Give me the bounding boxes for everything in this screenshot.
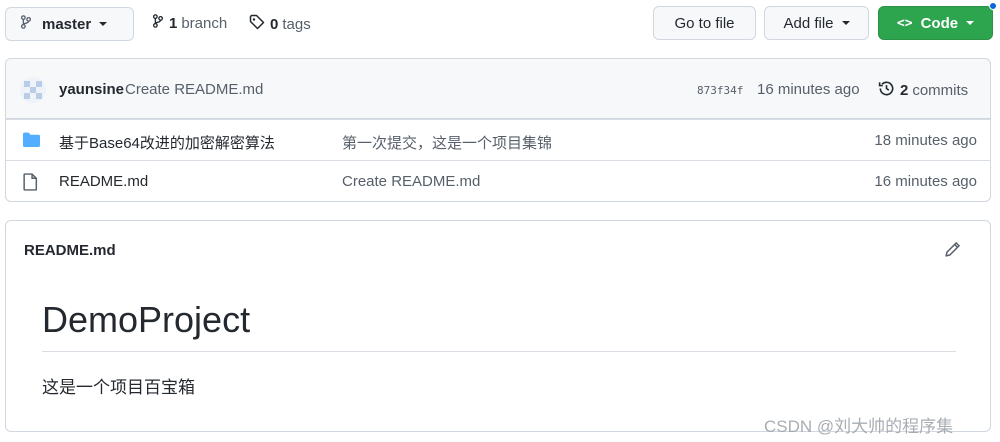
latest-commit-bar: yaunsine Create README.md 873f34f 16 min… — [6, 59, 990, 119]
go-to-file-label: Go to file — [674, 14, 735, 32]
code-label: Code — [920, 14, 959, 32]
readme-panel: README.md DemoProject 这是一个项目百宝箱 — [5, 220, 991, 432]
git-branch-icon — [152, 14, 164, 32]
branches-link[interactable]: 1 branch — [152, 14, 227, 32]
avatar[interactable] — [20, 77, 46, 103]
file-commit-message[interactable]: Create README.md — [342, 173, 480, 190]
folder-icon — [23, 132, 40, 150]
file-commit-message[interactable]: 第一次提交，这是一个项目集锦 — [342, 132, 552, 153]
tags-link[interactable]: 0 tags — [249, 14, 311, 34]
add-file-button[interactable]: Add file — [764, 6, 869, 40]
code-icon: <> — [896, 15, 913, 31]
branch-word: branch — [181, 14, 228, 32]
commit-time: 16 minutes ago — [757, 81, 860, 98]
chevron-down-icon — [841, 21, 850, 25]
divider — [42, 351, 956, 352]
commit-author[interactable]: yaunsine — [59, 81, 124, 98]
watermark: CSDN @刘大帅的程序集 — [764, 417, 954, 436]
file-time: 18 minutes ago — [874, 132, 977, 149]
repo-toolbar: master 1 branch 0 tags Go to file Add fi… — [5, 2, 997, 42]
commits-link[interactable]: 2 commits — [878, 80, 968, 101]
readme-title: DemoProject — [42, 299, 251, 340]
go-to-file-button[interactable]: Go to file — [653, 6, 756, 40]
commits-count: 2 — [900, 82, 909, 99]
readme-body: 这是一个项目百宝箱 — [42, 378, 195, 397]
chevron-down-icon — [99, 22, 108, 26]
file-icon — [23, 173, 38, 194]
tags-word: tags — [282, 15, 311, 33]
readme-filename[interactable]: README.md — [24, 242, 116, 259]
commit-message[interactable]: Create README.md — [125, 81, 263, 98]
code-button[interactable]: <> Code — [878, 6, 993, 40]
branch-select-button[interactable]: master — [5, 7, 134, 41]
branch-label: master — [42, 15, 92, 33]
chevron-down-icon — [966, 21, 975, 25]
git-branch-icon — [20, 15, 32, 33]
tags-count: 0 — [270, 15, 279, 33]
add-file-label: Add file — [783, 14, 834, 32]
file-name[interactable]: README.md — [59, 173, 148, 190]
file-browser: yaunsine Create README.md 873f34f 16 min… — [5, 58, 991, 202]
file-time: 16 minutes ago — [874, 173, 977, 190]
commits-word: commits — [912, 82, 969, 99]
history-icon — [878, 80, 895, 101]
file-row[interactable]: README.md Create README.md 16 minutes ag… — [6, 160, 990, 201]
file-name[interactable]: 基于Base64改进的加密解密算法 — [59, 132, 275, 153]
file-row[interactable]: 基于Base64改进的加密解密算法 第一次提交，这是一个项目集锦 18 minu… — [6, 119, 990, 160]
branch-count: 1 — [169, 14, 178, 32]
pencil-icon[interactable] — [944, 241, 961, 261]
tag-icon — [249, 14, 265, 34]
commit-sha[interactable]: 873f34f — [697, 84, 743, 97]
notification-dot — [989, 2, 997, 10]
